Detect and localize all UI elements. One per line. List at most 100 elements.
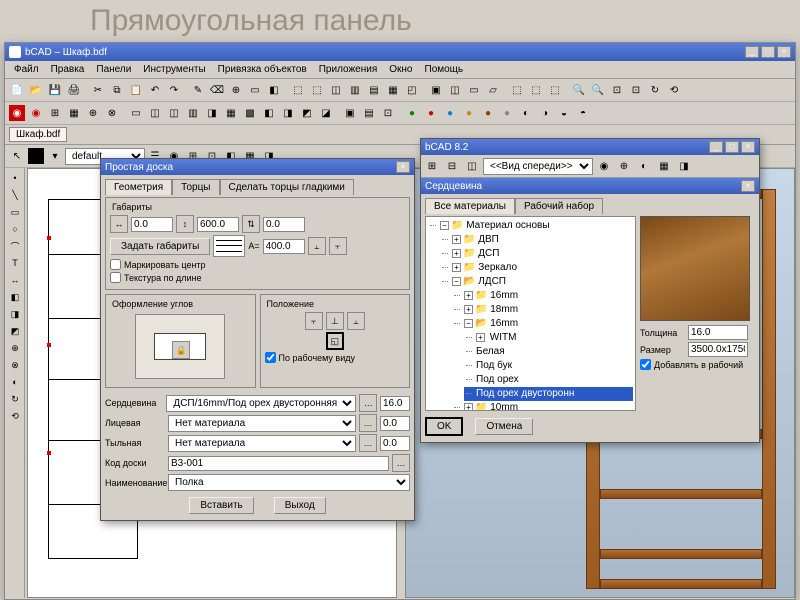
collapse-icon[interactable]: − xyxy=(452,277,461,286)
expand-icon[interactable]: + xyxy=(464,305,473,314)
tool-icon[interactable]: ⬚ xyxy=(289,81,307,99)
cancel-button[interactable]: Отмена xyxy=(475,418,533,435)
tree-leaf[interactable]: WITM xyxy=(490,332,517,343)
tool-icon[interactable]: ◪ xyxy=(317,104,335,122)
menu-tools[interactable]: Инструменты xyxy=(138,63,210,76)
tree-item[interactable]: ДВП xyxy=(478,234,499,245)
pos-icon[interactable]: ⫟ xyxy=(305,312,323,330)
tool-icon[interactable]: ⊗ xyxy=(103,104,121,122)
y-icon[interactable]: ↕ xyxy=(176,215,194,233)
face-select[interactable]: Нет материала xyxy=(168,415,356,432)
tree-item[interactable]: 18mm xyxy=(490,304,518,315)
material-tree[interactable]: −📁 Материал основы +📁 ДВП +📁 ДСП +📁 Зерк… xyxy=(425,216,636,411)
expand-icon[interactable]: + xyxy=(452,249,461,258)
tool-icon[interactable]: ◫ xyxy=(165,104,183,122)
tree-item[interactable]: Зеркало xyxy=(478,262,517,273)
tool-icon[interactable]: ◫ xyxy=(446,81,464,99)
tool-icon[interactable]: ▦ xyxy=(384,81,402,99)
back-select[interactable]: Нет материала xyxy=(168,435,356,452)
tool-icon[interactable]: ⊕ xyxy=(615,157,633,175)
z-icon[interactable]: ⇅ xyxy=(242,215,260,233)
gabarit-z-input[interactable] xyxy=(263,217,305,232)
open-icon[interactable]: 📂 xyxy=(27,81,45,99)
tool-icon[interactable]: ⫟ xyxy=(329,237,347,255)
view-combo[interactable]: <<Вид спереди>> xyxy=(483,158,593,175)
tool-icon[interactable]: ◒ xyxy=(555,104,573,122)
tool-icon[interactable]: ⊞ xyxy=(423,157,441,175)
gabarit-y-input[interactable] xyxy=(197,217,239,232)
undo-icon[interactable]: ↶ xyxy=(146,81,164,99)
tool-icon[interactable]: ◑ xyxy=(536,104,554,122)
tool-icon[interactable]: ✎ xyxy=(189,81,207,99)
tool-icon[interactable]: ⊕ xyxy=(7,340,23,356)
expand-icon[interactable]: + xyxy=(452,263,461,272)
rect-icon[interactable]: ▭ xyxy=(7,204,23,220)
x-icon[interactable]: ↔ xyxy=(110,215,128,233)
tool-icon[interactable]: 🔍 xyxy=(589,81,607,99)
exit-button[interactable]: Выход xyxy=(274,497,326,514)
tool-icon[interactable]: ● xyxy=(479,104,497,122)
zoom-fit-icon[interactable]: ⊡ xyxy=(608,81,626,99)
tool-icon[interactable]: ◩ xyxy=(298,104,316,122)
tool-icon[interactable]: ◫ xyxy=(327,81,345,99)
arrow-icon[interactable]: ↖ xyxy=(8,147,26,165)
min-icon[interactable]: _ xyxy=(709,141,723,153)
tool-icon[interactable]: ⊗ xyxy=(7,357,23,373)
close-icon[interactable]: × xyxy=(741,180,755,192)
point-icon[interactable]: • xyxy=(7,170,23,186)
tool-icon[interactable]: ◉ xyxy=(595,157,613,175)
tool-icon[interactable]: ▩ xyxy=(241,104,259,122)
tree-item[interactable]: ДСП xyxy=(478,248,499,259)
tool-icon[interactable]: ⊕ xyxy=(227,81,245,99)
mark-center-checkbox[interactable] xyxy=(110,259,121,270)
tool-icon[interactable]: ◉ xyxy=(8,104,26,122)
tool-icon[interactable]: ▣ xyxy=(427,81,445,99)
code-input[interactable] xyxy=(168,456,389,471)
tool-icon[interactable]: ◰ xyxy=(403,81,421,99)
tool-icon[interactable]: ⬚ xyxy=(546,81,564,99)
material-win-titlebar[interactable]: bCAD 8.2 _□× xyxy=(421,139,759,155)
material-titlebar[interactable]: Сердцевина × xyxy=(421,178,759,194)
browse-icon[interactable]: … xyxy=(359,434,377,452)
close-icon[interactable]: × xyxy=(396,161,410,173)
tool-icon[interactable]: ⫠ xyxy=(308,237,326,255)
tree-root[interactable]: Материал основы xyxy=(466,220,549,231)
maximize-button[interactable]: □ xyxy=(761,46,775,58)
tool-icon[interactable]: ◓ xyxy=(574,104,592,122)
tool-icon[interactable]: ▭ xyxy=(127,104,145,122)
tool-icon[interactable]: ◨ xyxy=(675,157,693,175)
core-thk-input[interactable] xyxy=(380,396,410,411)
doc-tab[interactable]: Шкаф.bdf xyxy=(9,127,67,142)
cut-icon[interactable]: ✂ xyxy=(89,81,107,99)
tool-icon[interactable]: ↻ xyxy=(646,81,664,99)
browse-icon[interactable]: … xyxy=(359,414,377,432)
expand-icon[interactable]: + xyxy=(452,235,461,244)
browse-icon[interactable]: … xyxy=(359,394,377,412)
tool-icon[interactable]: ▱ xyxy=(484,81,502,99)
redo-icon[interactable]: ↷ xyxy=(165,81,183,99)
tool-icon[interactable]: ● xyxy=(403,104,421,122)
set-sizes-button[interactable]: Задать габариты xyxy=(110,238,210,255)
face-thk-input[interactable] xyxy=(380,416,410,431)
select-icon[interactable]: ▭ xyxy=(246,81,264,99)
tree-leaf[interactable]: Белая xyxy=(476,346,505,357)
tool-icon[interactable]: ◨ xyxy=(203,104,221,122)
close-icon[interactable]: × xyxy=(741,141,755,153)
pos-icon[interactable]: ⊥ xyxy=(326,312,344,330)
tool-icon[interactable]: ↻ xyxy=(7,391,23,407)
text-icon[interactable]: T xyxy=(7,255,23,271)
tool-icon[interactable]: ▦ xyxy=(222,104,240,122)
menu-file[interactable]: Файл xyxy=(9,63,44,76)
back-thk-input[interactable] xyxy=(380,436,410,451)
tool-icon[interactable]: ● xyxy=(422,104,440,122)
zoom-icon[interactable]: 🔍 xyxy=(570,81,588,99)
thickness-input[interactable] xyxy=(688,325,748,340)
tab-all-materials[interactable]: Все материалы xyxy=(425,198,515,214)
a-input[interactable] xyxy=(263,239,305,254)
core-select[interactable]: ДСП/16mm/Под орех двусторонняя xyxy=(166,395,356,412)
tool-icon[interactable]: ⊟ xyxy=(443,157,461,175)
dropdown-icon[interactable]: ▾ xyxy=(46,147,64,165)
tool-icon[interactable]: ◐ xyxy=(7,374,23,390)
circle-icon[interactable]: ○ xyxy=(7,221,23,237)
tool-icon[interactable]: ◐ xyxy=(635,157,653,175)
